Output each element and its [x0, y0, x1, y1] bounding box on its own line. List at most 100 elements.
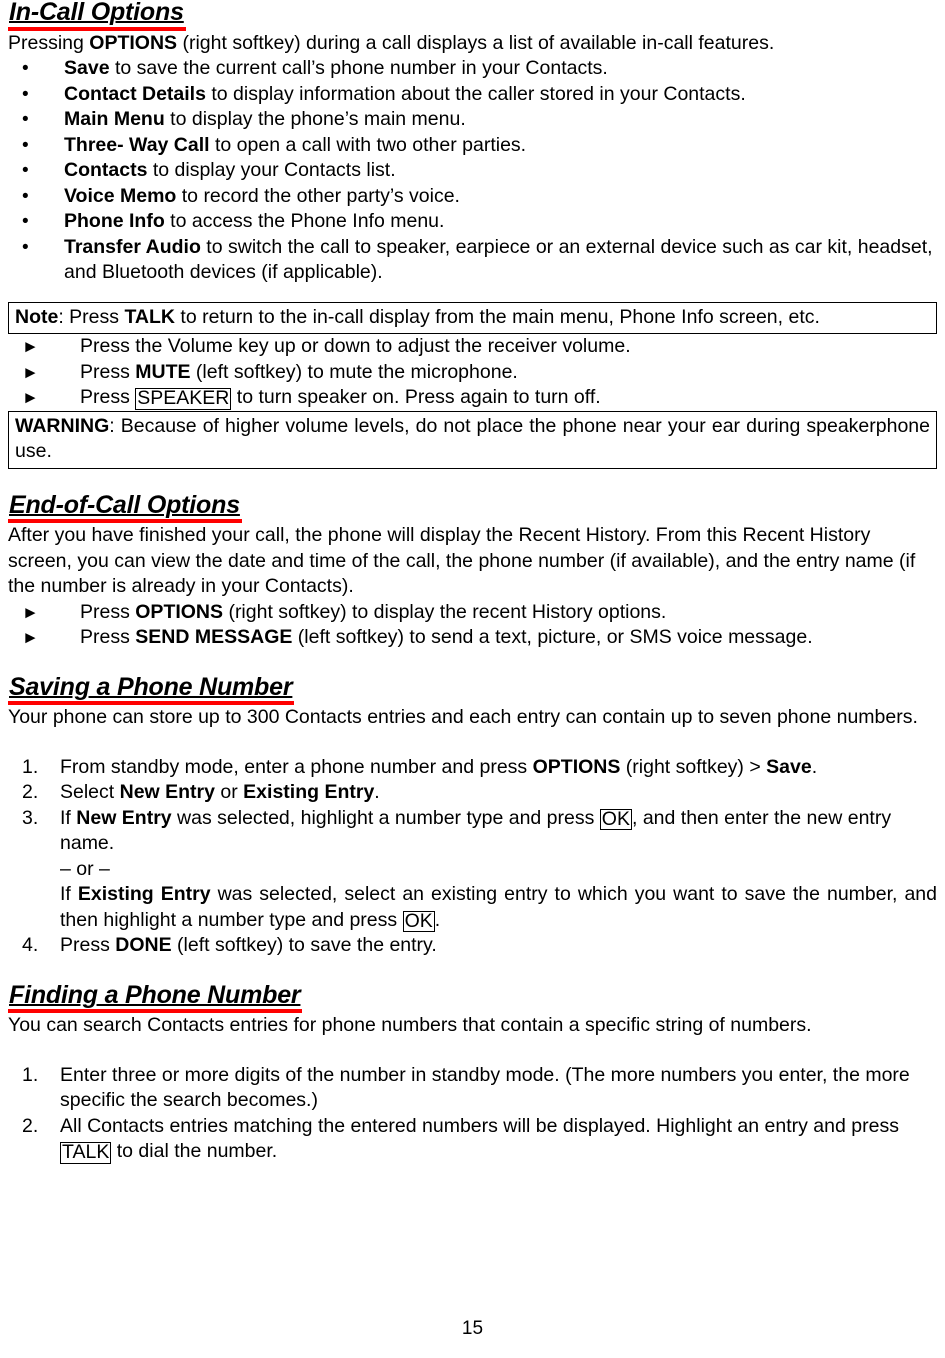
- feature-description: to display your Contacts list.: [147, 159, 396, 181]
- in-call-intro-paragraph: Pressing OPTIONS (right softkey) during …: [8, 31, 937, 57]
- arrow-right-icon: ►: [22, 388, 39, 407]
- list-item: 3. If New Entry was selected, highlight a…: [8, 806, 937, 934]
- feature-term: Transfer Audio: [64, 235, 201, 258]
- step-text-2: or: [214, 781, 244, 803]
- heading-saving-a-phone-number: Saving a Phone Number: [8, 674, 295, 705]
- feature-term: Contact Details: [64, 82, 206, 105]
- saving-intro-paragraph: Your phone can store up to 300 Contacts …: [8, 706, 918, 728]
- step-text-3: .: [811, 755, 818, 778]
- in-call-key-actions-list: ► Press the Volume key up or down to adju…: [8, 334, 937, 411]
- list-item: • Phone Info to access the Phone Info men…: [8, 209, 937, 235]
- feature-description: to record the other party’s voice.: [176, 184, 460, 207]
- list-item: ► Press SEND MESSAGE (left softkey) to se…: [8, 625, 937, 651]
- step-text-1: All Contacts entries matching the entere…: [60, 1114, 899, 1137]
- warning-callout-box: WARNING: Because of higher volume levels…: [8, 410, 937, 469]
- step-number: 2.: [22, 1114, 39, 1137]
- step-text-2: was selected, highlight a number type an…: [171, 806, 600, 829]
- section-finding-a-phone-number: Finding a Phone Number: [8, 982, 937, 1013]
- options-key-label: OPTIONS: [135, 600, 224, 623]
- step-number: 1.: [22, 1063, 39, 1086]
- heading-finding-a-phone-number: Finding a Phone Number: [8, 982, 303, 1013]
- step-text-2: (left softkey) to send a text, picture, …: [292, 626, 813, 648]
- step-text-1: Select: [60, 781, 120, 803]
- list-item: • Three- Way Call to open a call with two…: [8, 133, 937, 159]
- bullet-dot-icon: •: [22, 160, 29, 181]
- save-menu-label: Save: [766, 755, 812, 778]
- existing-entry-instruction: If Existing Entry was selected, select a…: [60, 882, 937, 933]
- new-entry-label: New Entry: [119, 781, 215, 803]
- list-item: • Main Menu to display the phone’s main m…: [8, 107, 937, 133]
- list-item: 4. Press DONE (left softkey) to save the …: [8, 933, 937, 959]
- action-text-2: to turn speaker on. Press again to turn …: [231, 386, 601, 408]
- note-callout-box: Note: Press TALK to return to the in-cal…: [8, 301, 937, 334]
- arrow-right-icon: ►: [22, 362, 39, 382]
- list-item: ► Press MUTE (left softkey) to mute the m…: [8, 360, 937, 386]
- list-item: • Contacts to display your Contacts list.: [8, 158, 937, 184]
- list-item: • Voice Memo to record the other party’s …: [8, 184, 937, 210]
- speaker-key-box: SPEAKER: [135, 387, 232, 410]
- page-number: 15: [461, 1318, 484, 1339]
- end-of-call-paragraph: After you have finished your call, the p…: [8, 524, 916, 597]
- step-number: 2.: [22, 781, 39, 803]
- action-text-1: Press: [80, 386, 136, 408]
- bullet-dot-icon: •: [22, 58, 29, 79]
- step-text-4: If: [60, 883, 78, 905]
- bullet-dot-icon: •: [22, 211, 29, 232]
- action-text: Press the Volume key up or down to adjus…: [80, 335, 631, 357]
- ok-key-box: OK: [402, 909, 435, 932]
- step-number: 3.: [22, 806, 39, 829]
- options-softkey-label: OPTIONS: [89, 31, 178, 54]
- arrow-right-icon: ►: [22, 337, 39, 356]
- step-text-6: .: [434, 908, 441, 931]
- ok-key-box: OK: [599, 807, 632, 830]
- warning-text: : Because of higher volume levels, do no…: [15, 414, 930, 463]
- mute-key-label: MUTE: [135, 360, 191, 383]
- list-item: • Save to save the current call’s phone n…: [8, 56, 937, 82]
- bullet-dot-icon: •: [22, 134, 29, 156]
- step-number: 4.: [22, 934, 39, 956]
- heading-end-of-call-options: End-of-Call Options: [8, 492, 242, 523]
- step-text-1: If: [60, 806, 77, 829]
- talk-key-box: TALK: [60, 1141, 112, 1164]
- list-item: ► Press SPEAKER to turn speaker on. Press…: [8, 385, 937, 411]
- feature-term: Voice Memo: [64, 184, 177, 207]
- step-text-1: Press: [60, 934, 116, 956]
- feature-description: to access the Phone Info menu.: [164, 210, 445, 232]
- feature-term: Phone Info: [64, 210, 165, 232]
- step-text-2: (right softkey) to display the recent Hi…: [223, 600, 667, 623]
- existing-entry-label: Existing Entry: [243, 781, 375, 803]
- step-text-3: .: [374, 781, 380, 803]
- existing-entry-label: Existing Entry: [77, 883, 211, 905]
- feature-description: to save the current call’s phone number …: [109, 57, 608, 79]
- feature-description: to open a call with two other parties.: [209, 133, 527, 156]
- finding-steps-list: 1. Enter three or more digits of the numb…: [8, 1063, 937, 1165]
- list-item: 1. Enter three or more digits of the numb…: [8, 1063, 937, 1114]
- step-number: 1.: [22, 755, 39, 778]
- feature-description: to display information about the caller …: [205, 82, 746, 105]
- new-entry-label: New Entry: [76, 806, 172, 829]
- alternative-separator: – or –: [60, 857, 110, 880]
- feature-term: Three- Way Call: [64, 133, 210, 156]
- finding-intro-paragraph: You can search Contacts entries for phon…: [8, 1014, 812, 1036]
- bullet-dot-icon: •: [22, 83, 29, 105]
- list-item: • Transfer Audio to switch the call to sp…: [8, 235, 937, 286]
- saving-steps-list: 1. From standby mode, enter a phone numbe…: [8, 755, 937, 959]
- section-end-of-call-options: End-of-Call Options: [8, 492, 937, 523]
- feature-term: Contacts: [64, 159, 148, 181]
- note-label: Note: [15, 305, 59, 328]
- bullet-dot-icon: •: [22, 109, 29, 130]
- section-saving-a-phone-number: Saving a Phone Number: [8, 674, 937, 705]
- arrow-right-icon: ►: [22, 602, 39, 622]
- step-text-2: to dial the number.: [111, 1140, 278, 1162]
- feature-description: to display the phone’s main menu.: [164, 108, 466, 130]
- warning-label: WARNING: [15, 414, 110, 437]
- note-text-1: : Press: [58, 305, 125, 328]
- step-text-2: (right softkey) >: [620, 755, 767, 778]
- in-call-feature-list: • Save to save the current call’s phone n…: [8, 56, 937, 286]
- step-text-2: (left softkey) to save the entry.: [171, 934, 437, 956]
- list-item: • Contact Details to display information …: [8, 82, 937, 108]
- list-item: 2. All Contacts entries matching the ente…: [8, 1114, 937, 1165]
- section-in-call-options: In-Call Options: [8, 0, 937, 31]
- options-key-label: OPTIONS: [532, 755, 621, 778]
- list-item: 2. Select New Entry or Existing Entry.: [8, 780, 937, 806]
